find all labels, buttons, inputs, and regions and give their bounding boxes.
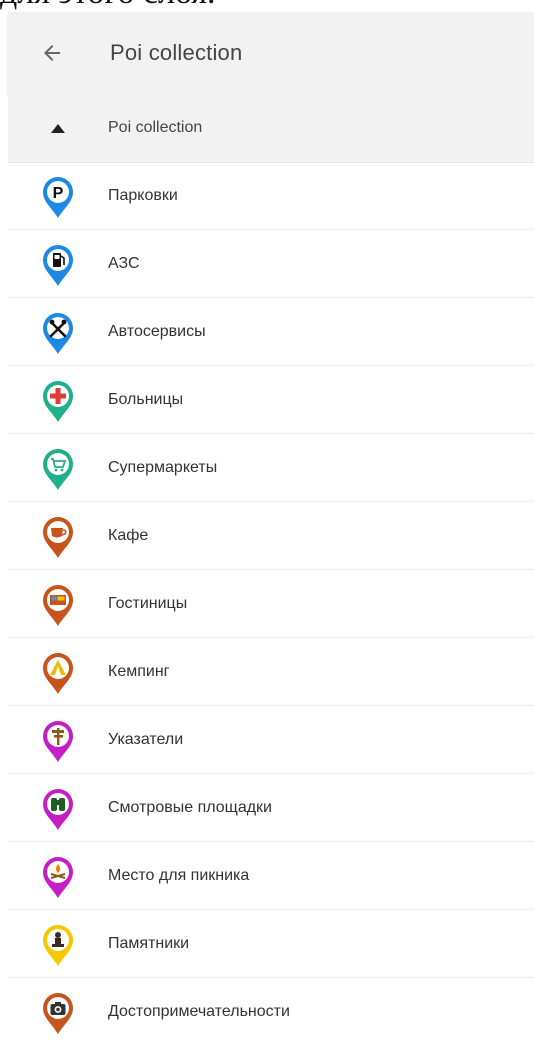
back-arrow-icon <box>44 45 60 61</box>
list-item-label: Супермаркеты <box>108 458 218 476</box>
list-item-label: Кемпинг <box>108 662 170 680</box>
svg-text:P: P <box>53 185 64 202</box>
list-item-label: Автосервисы <box>108 322 206 340</box>
list-item-label: Смотровые площадки <box>108 798 272 816</box>
list-item-label: Памятники <box>108 934 190 952</box>
list-item-label: Гостиницы <box>108 594 188 612</box>
list-item[interactable]: Памятники <box>8 910 534 978</box>
list-item[interactable]: P Парковки <box>8 162 534 230</box>
viewpoint-icon <box>28 785 88 831</box>
list-item[interactable]: Достопримечательности <box>8 978 534 1046</box>
back-button[interactable] <box>12 12 92 94</box>
list-item[interactable]: Кафе <box>8 502 534 570</box>
fuel-station-icon <box>28 241 88 287</box>
camping-icon <box>28 649 88 695</box>
list-item-label: Достопримечательности <box>108 1003 290 1020</box>
list-item-label: Парковки <box>108 186 178 204</box>
supermarket-icon <box>28 445 88 491</box>
section-header[interactable]: Poi collection <box>8 94 534 163</box>
section-label: Poi collection <box>108 119 203 136</box>
picnic-icon <box>28 853 88 899</box>
car-service-icon <box>28 309 88 355</box>
poi-list: P Парковки АЗС Автосервисы Больницы Супермарк… <box>8 162 534 1046</box>
list-item[interactable]: АЗС <box>8 230 534 298</box>
list-item-label: Указатели <box>108 730 184 748</box>
list-item[interactable]: Больницы <box>8 366 534 434</box>
collapse-triangle-icon[interactable] <box>28 94 88 162</box>
list-item[interactable]: Супермаркеты <box>8 434 534 502</box>
hospital-icon <box>28 377 88 423</box>
landmark-icon <box>28 989 88 1035</box>
cafe-icon <box>28 513 88 559</box>
app-bar-title: Poi collection <box>110 40 243 65</box>
parking-icon: P <box>28 173 88 219</box>
hotel-icon <box>28 581 88 627</box>
list-item-label: АЗС <box>108 254 140 272</box>
list-item[interactable]: Гостиницы <box>8 570 534 638</box>
list-item[interactable]: Автосервисы <box>8 298 534 366</box>
list-item-label: Место для пикника <box>108 866 250 884</box>
list-item-label: Кафе <box>108 526 149 544</box>
signpost-icon <box>28 717 88 763</box>
list-item-label: Больницы <box>108 390 184 408</box>
list-item[interactable]: Кемпинг <box>8 638 534 706</box>
app-bar: Poi collection <box>8 12 534 94</box>
monument-icon <box>28 921 88 967</box>
list-item[interactable]: Указатели <box>8 706 534 774</box>
list-item[interactable]: Смотровые площадки <box>8 774 534 842</box>
list-item[interactable]: Место для пикника <box>8 842 534 910</box>
